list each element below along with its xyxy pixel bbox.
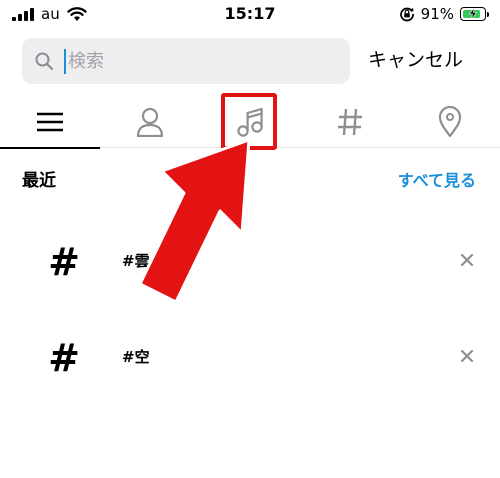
- close-icon[interactable]: [457, 250, 477, 270]
- charging-bolt-icon: [468, 8, 478, 19]
- recent-item[interactable]: # #雲: [0, 228, 500, 298]
- search-icon: [35, 52, 54, 71]
- tab-top[interactable]: [0, 96, 100, 149]
- search-input[interactable]: [68, 44, 338, 78]
- text-cursor: [64, 49, 66, 74]
- tab-places[interactable]: [400, 96, 500, 148]
- see-all-link[interactable]: すべて見る: [398, 170, 476, 192]
- battery-icon: [460, 7, 489, 21]
- instagram-search-screen: au 15:17 91% 検索 キャンセル 最近 すべて見る # #雲 # #空: [0, 0, 500, 478]
- tab-accounts[interactable]: [100, 96, 200, 148]
- selected-tab-indicator: [0, 147, 100, 149]
- person-icon: [136, 107, 164, 137]
- menu-lines-icon: [37, 112, 63, 132]
- cancel-button[interactable]: キャンセル: [368, 46, 463, 74]
- close-icon[interactable]: [457, 346, 477, 366]
- recent-item-label: #雲: [122, 252, 150, 270]
- tab-sounds[interactable]: [200, 96, 300, 148]
- status-right: 91%: [399, 4, 489, 24]
- recent-item-label: #空: [122, 348, 150, 366]
- status-bar: au 15:17 91%: [0, 0, 500, 30]
- battery-percent: 91%: [420, 5, 454, 23]
- orientation-lock-icon: [399, 7, 414, 22]
- location-pin-icon: [438, 106, 462, 138]
- tab-hashtags[interactable]: [300, 96, 400, 148]
- hashtag-icon: #: [48, 240, 80, 284]
- search-bar[interactable]: [22, 38, 350, 84]
- recent-item[interactable]: # #空: [0, 324, 500, 394]
- recent-section-title: 最近: [22, 171, 56, 191]
- search-category-tabs: [0, 96, 500, 149]
- hashtag-icon: #: [48, 336, 80, 380]
- hashtag-icon: [338, 108, 362, 136]
- music-note-icon: [237, 107, 263, 137]
